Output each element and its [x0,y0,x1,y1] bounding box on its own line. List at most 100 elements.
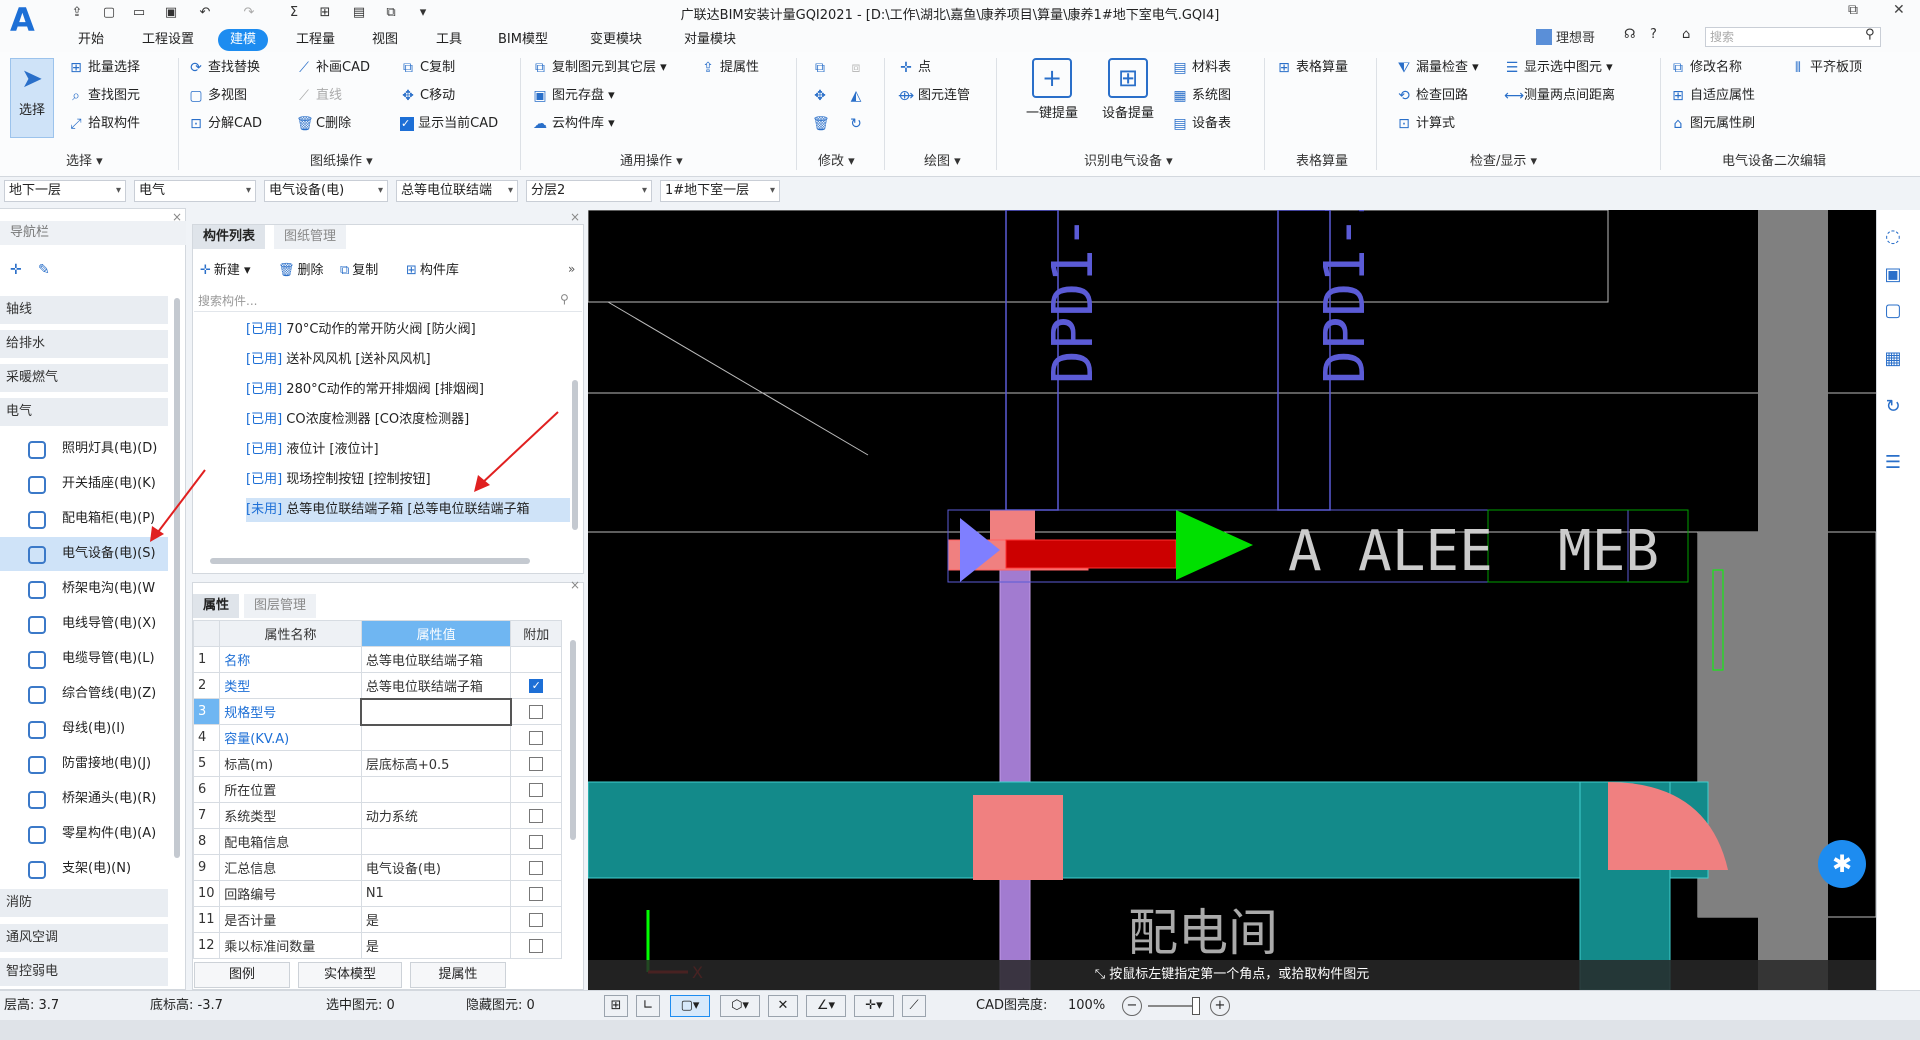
property-extra[interactable] [510,854,562,881]
property-row[interactable]: 1 名称 总等电位联结端子箱 [192,646,562,673]
patch-cad-button[interactable]: ⟋ 补画CAD [296,56,370,80]
list-view-icon[interactable]: ☰ [1878,452,1908,480]
show-current-cad-checkbox[interactable]: ✓ 显示当前CAD [400,112,498,136]
property-extra[interactable]: ✓ [510,672,562,699]
table-calc-button[interactable]: ⊞ 表格算量 [1276,56,1348,80]
component-select[interactable]: 总等电位联结端 [396,180,518,202]
one-key-extract-button[interactable]: + 一键提量 [1020,58,1084,121]
property-extra[interactable] [510,932,562,959]
ortho-icon[interactable]: ∟ [636,995,660,1017]
point-button[interactable]: ✛ 点 [898,56,931,80]
adaptive-props-button[interactable]: ⊞ 自适应属性 [1670,84,1755,108]
legend-button[interactable]: 图例 [194,962,290,988]
extra-checkbox[interactable] [529,730,544,745]
align-top-button[interactable]: ⫴ 平齐板顶 [1790,56,1862,80]
property-value[interactable] [360,776,512,803]
rotate-view-icon[interactable]: ↻ [1878,396,1908,424]
modify-delete-button[interactable]: 🗑 [812,112,832,136]
more-icon[interactable]: ▾ [414,4,432,22]
property-value[interactable]: 总等电位联结端子箱 [360,672,512,699]
c-copy-button[interactable]: ⧉ C复制 [400,56,455,80]
nav-item[interactable]: 综合管线(电)(Z) [0,677,168,711]
multi-view-button[interactable]: ▢ 多视图 [188,84,247,108]
user-avatar-icon[interactable] [1536,29,1552,45]
menu-start[interactable]: 开始 [70,29,112,51]
missing-check-button[interactable]: ⧨ 漏量检查 ▾ [1396,56,1479,80]
view-cube-icon[interactable]: ▦ [1878,348,1908,376]
snap-grid-icon[interactable]: ⊞ [604,995,628,1017]
extra-checkbox[interactable] [529,704,544,719]
component-list-item[interactable]: [已用] 送补风风机 [送补风风机] [246,348,431,372]
explode-cad-button[interactable]: ⊡ 分解CAD [188,112,262,136]
component-list-item[interactable]: [未用] 总等电位联结端子箱 [总等电位联结端子箱 [246,498,570,522]
orbit-icon[interactable]: ◌ [1878,226,1908,254]
show-selected-button[interactable]: ☰ 显示选中图元 ▾ [1504,56,1613,80]
discipline-select[interactable]: 电气 [134,180,256,202]
layer-select[interactable]: 分层2 [526,180,652,202]
cross-select-icon[interactable]: ✕ [768,995,798,1017]
nav-cat-electric[interactable]: 电气 [0,398,168,426]
group-edit2[interactable]: 电气设备二次编辑 [1722,150,1826,169]
cad-canvas[interactable]: DPD1-1 DPD1-2 A ALEE MEB 配电间 X ⤡ 按鼠标左键指定… [588,210,1876,990]
c-delete-button[interactable]: 🗑 C删除 [296,112,351,136]
nav-item[interactable]: 桥架通头(电)(R) [0,782,168,816]
export-icon[interactable]: ⧉ [382,4,400,22]
nav-cat-water[interactable]: 给排水 [0,330,168,358]
nav-item[interactable]: 照明灯具(电)(D) [0,432,168,466]
nav-item[interactable]: 母线(电)(I) [0,712,168,746]
drawing-select[interactable]: 1#地下室一层 [660,180,780,202]
menu-view[interactable]: 视图 [364,29,406,51]
menu-compare[interactable]: 对量模块 [676,29,744,51]
cad-drawing[interactable]: DPD1-1 DPD1-2 A ALEE MEB 配电间 X [588,210,1876,990]
component-close-icon[interactable]: × [570,210,580,224]
undo-icon[interactable]: ↶ [196,4,214,22]
nav-scrollbar[interactable] [174,298,180,858]
property-row[interactable]: 3 规格型号 [192,697,562,726]
property-value[interactable]: 层底标高+0.5 [360,750,512,777]
redo-icon[interactable]: ↷ [240,4,258,22]
extra-checkbox[interactable] [529,782,544,797]
menu-modeling[interactable]: 建模 [218,29,269,51]
component-list-item[interactable]: [已用] 现场控制按钮 [控制按钮] [246,468,431,492]
system-diagram-button[interactable]: ▦ 系统图 [1172,84,1231,108]
brightness-slider[interactable] [1148,1005,1198,1007]
extra-checkbox[interactable] [529,834,544,849]
property-extra[interactable] [510,828,562,855]
save-icon[interactable]: ▣ [162,4,180,22]
polyline-icon[interactable]: ⟋ [902,995,926,1017]
rename-button[interactable]: ⧉ 修改名称 [1670,56,1742,80]
group-recognize[interactable]: 识别电气设备 ▾ [1084,150,1173,169]
home-icon[interactable]: ⌂ [1682,27,1690,42]
open-icon[interactable]: ⇪ [68,4,86,22]
modify-mirror-button[interactable]: ◭ [848,84,868,108]
solid-model-button[interactable]: 实体模型 [298,962,402,988]
material-table-button[interactable]: ▤ 材料表 [1172,56,1231,80]
new-file-icon[interactable]: ▢ [100,4,118,22]
snap-point-icon[interactable]: ✛▾ [854,995,894,1017]
search-icon[interactable]: ⚲ [560,292,569,306]
menu-tools[interactable]: 工具 [428,29,470,51]
component-list-item[interactable]: [已用] 70°C动作的常开防火阀 [防火阀] [246,318,476,342]
extra-checkbox[interactable] [529,938,544,953]
restore-icon[interactable]: ⧉ [1848,2,1858,18]
nav-cat-heating[interactable]: 采暖燃气 [0,364,168,392]
nav-edit-icon[interactable]: ✎ [38,262,50,278]
property-value[interactable]: 是 [360,906,512,933]
component-scrollbar[interactable] [572,380,578,530]
batch-select-button[interactable]: ⊞ 批量选择 [68,56,140,80]
modify-mirror-disabled[interactable]: ⧈ [848,56,868,80]
app-logo-icon[interactable]: A [10,3,44,37]
property-row[interactable]: 6 所在位置 [192,776,562,803]
extra-checkbox[interactable]: ✓ [529,678,544,693]
grid-icon[interactable]: ⊞ [316,4,334,22]
modify-move-button[interactable]: ✥ [812,84,832,108]
nav-item[interactable]: 桥架电沟(电)(W [0,572,168,606]
prop-brush-button[interactable]: ⌂ 图元属性刷 [1670,112,1755,136]
property-value[interactable]: N1 [360,880,512,907]
property-row[interactable]: 4 容量(KV.A) [192,724,562,751]
component-list-item[interactable]: [已用] 280°C动作的常开排烟阀 [排烟阀] [246,378,484,402]
property-row[interactable]: 9 汇总信息 电气设备(电) [192,854,562,881]
tab-layer-manage[interactable]: 图层管理 [244,594,317,618]
tab-drawing-manage[interactable]: 图纸管理 [274,225,347,249]
group-draw[interactable]: 绘图 ▾ [924,150,961,169]
